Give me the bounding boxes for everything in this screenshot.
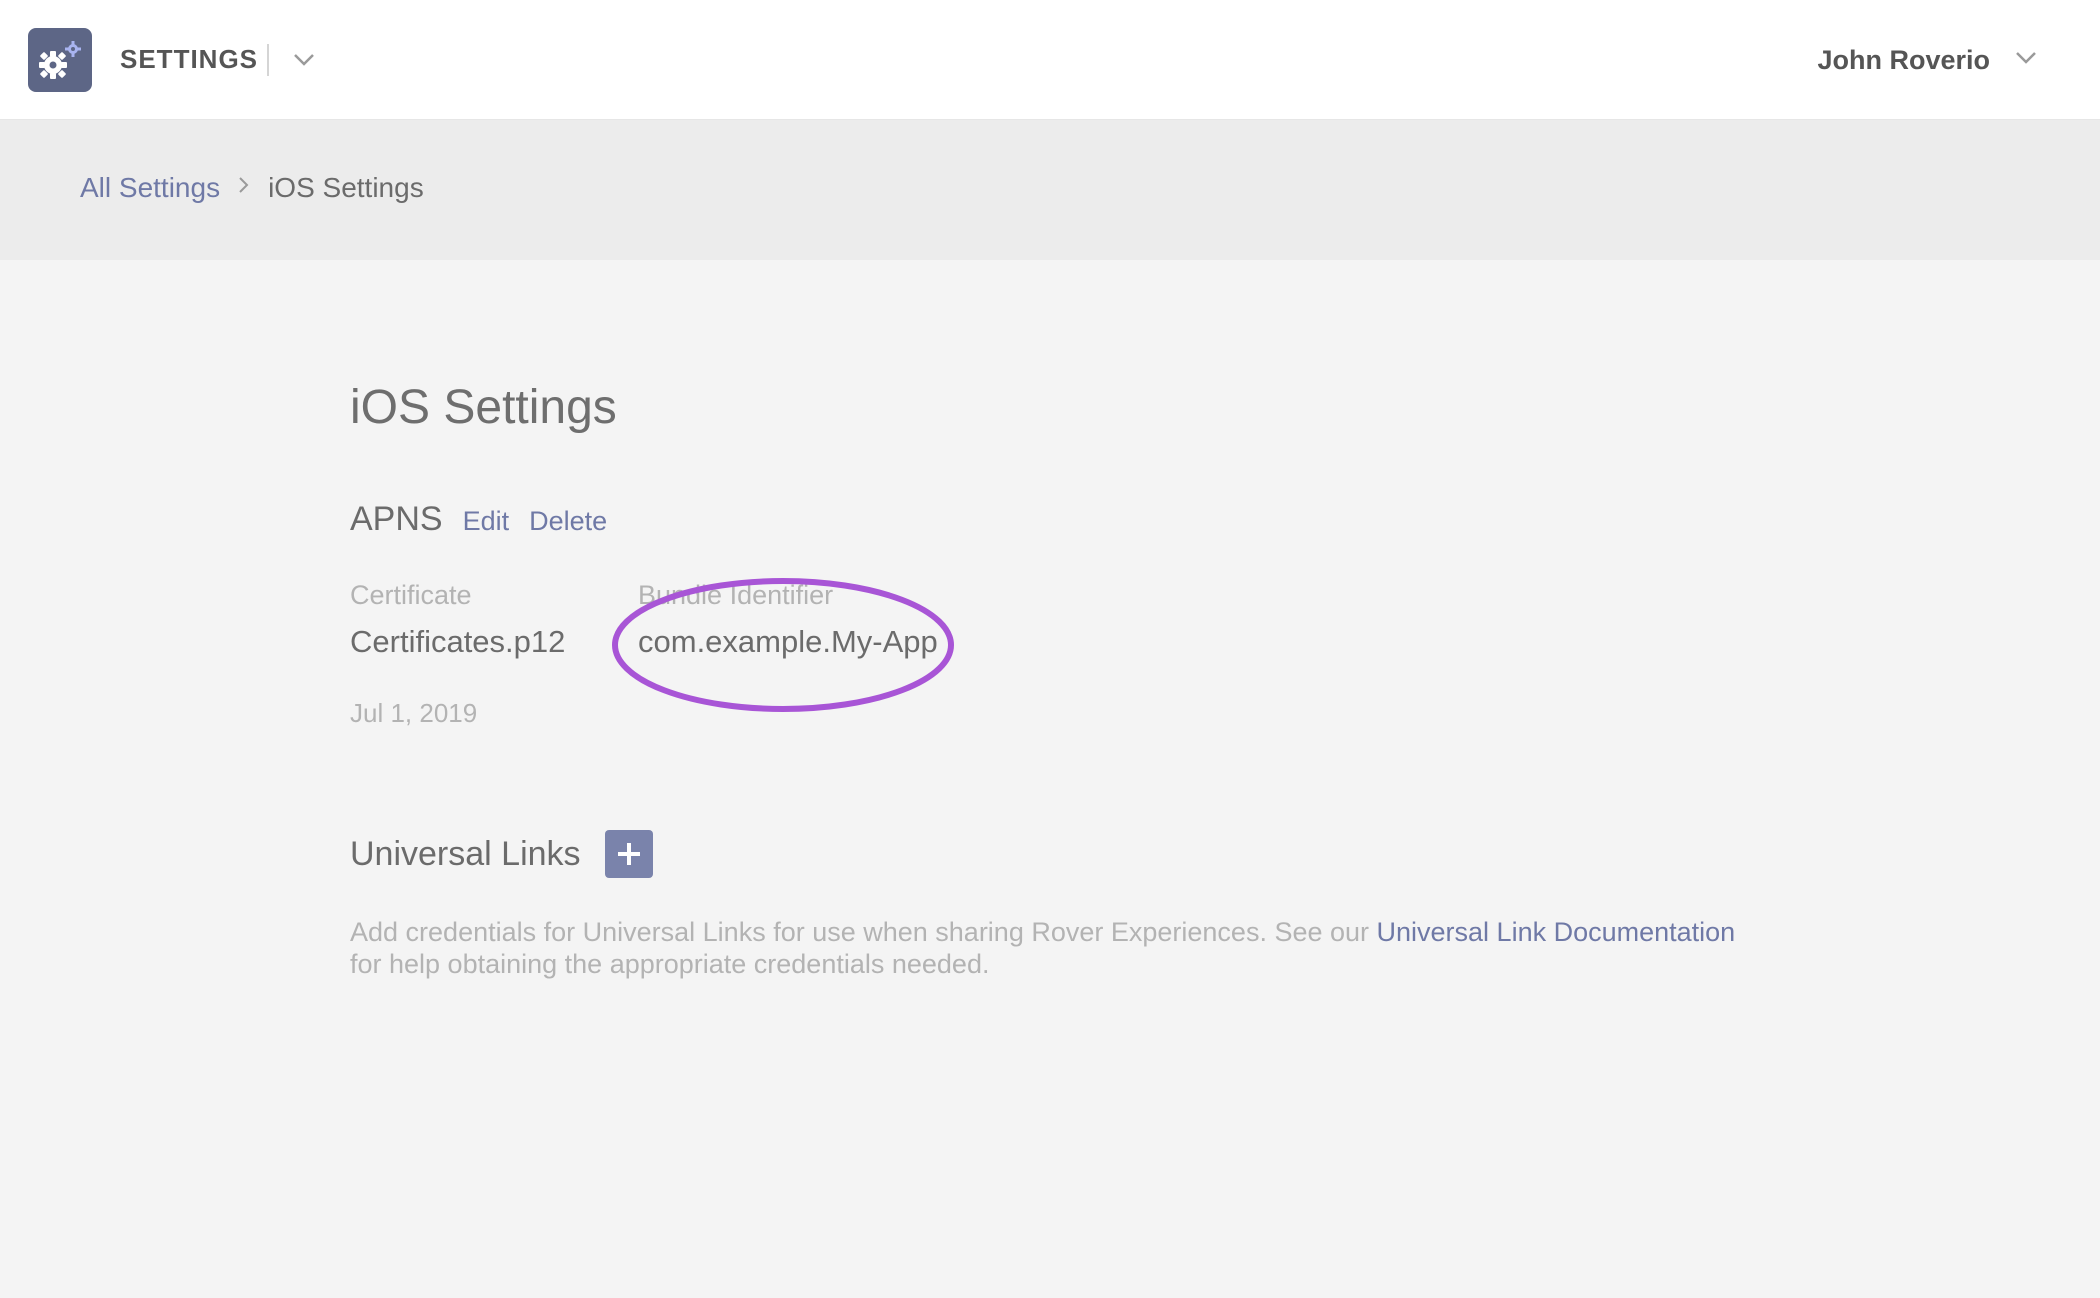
breadcrumb-bar: All Settings iOS Settings	[0, 120, 2100, 260]
certificate-date: Jul 1, 2019	[350, 698, 478, 728]
breadcrumb-all-settings[interactable]: All Settings	[80, 172, 220, 204]
universal-links-description: Add credentials for Universal Links for …	[350, 916, 1750, 980]
plus-icon	[617, 843, 640, 865]
breadcrumb: All Settings iOS Settings	[80, 172, 424, 204]
universal-links-header: Universal Links	[350, 830, 653, 878]
user-menu[interactable]: John Roverio	[1817, 40, 2040, 80]
page-title: iOS Settings	[350, 381, 617, 434]
description-text-end: for help obtaining the appropriate crede…	[350, 949, 990, 979]
bundle-identifier-value: com.example.My-App	[638, 624, 938, 659]
breadcrumb-current: iOS Settings	[268, 172, 424, 203]
certificate-label: Certificate	[350, 580, 472, 610]
universal-links-title: Universal Links	[350, 834, 581, 873]
certificate-value: Certificates.p12	[350, 624, 566, 659]
delete-button[interactable]: Delete	[529, 506, 607, 537]
bundle-identifier-label: Bundle Identifier	[638, 580, 834, 610]
description-text: Add credentials for Universal Links for …	[350, 917, 1377, 947]
user-name: John Roverio	[1817, 44, 1990, 75]
chevron-down-icon	[2012, 44, 2040, 77]
chevron-down-icon[interactable]	[288, 44, 320, 76]
header-divider	[267, 44, 269, 76]
edit-button[interactable]: Edit	[463, 506, 510, 537]
apns-title: APNS	[350, 500, 443, 538]
top-bar: SETTINGS John Roverio	[0, 0, 2100, 120]
app-title: SETTINGS	[120, 44, 259, 74]
add-universal-link-button[interactable]	[604, 830, 653, 878]
universal-link-documentation-link[interactable]: Universal Link Documentation	[1377, 917, 1736, 947]
chevron-right-icon	[234, 172, 254, 204]
gears-icon[interactable]	[28, 28, 92, 92]
apns-header: APNS Edit Delete	[350, 500, 607, 539]
